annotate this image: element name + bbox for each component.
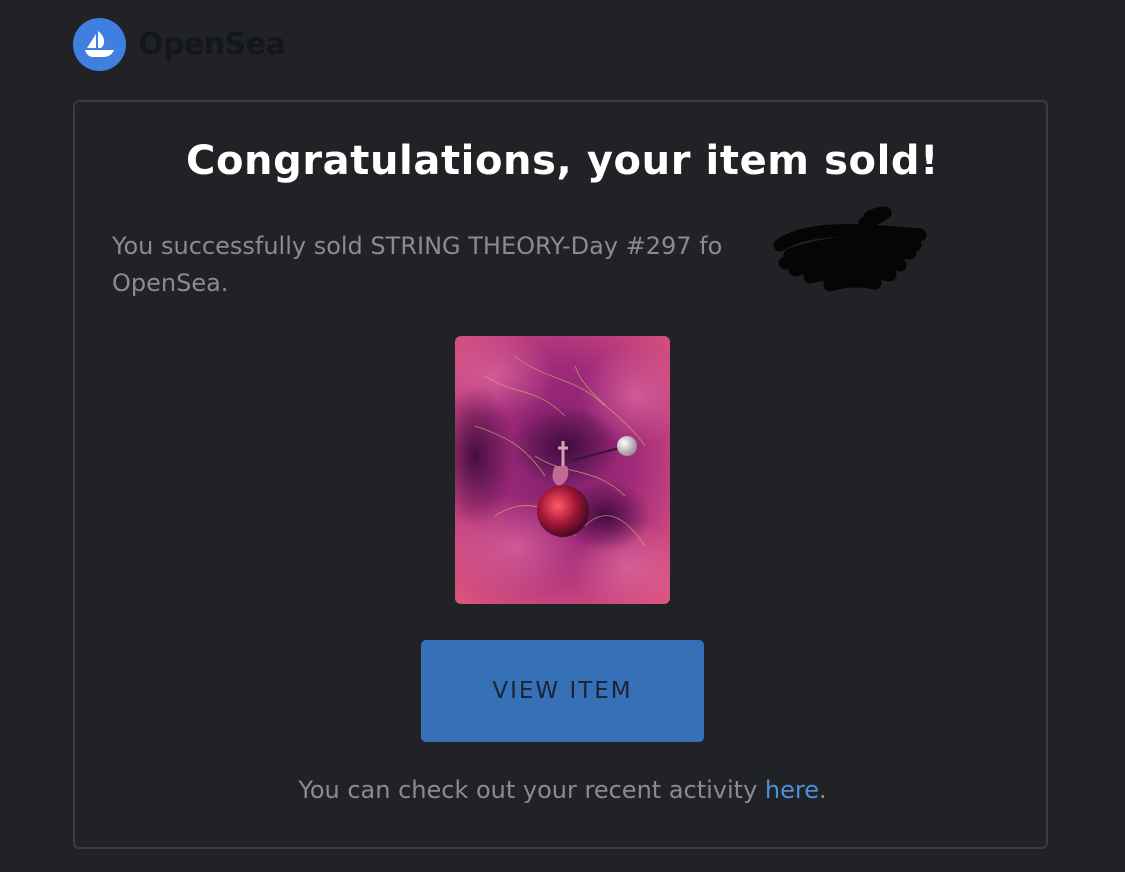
- footer-text: You can check out your recent activity h…: [0, 776, 1125, 804]
- brand-header[interactable]: OpenSea: [73, 18, 286, 71]
- message-line2: OpenSea.: [112, 269, 229, 297]
- footer-suffix: .: [819, 776, 827, 804]
- page-title: Congratulations, your item sold!: [185, 138, 939, 184]
- footer-prefix: You can check out your recent activity: [298, 776, 765, 804]
- nft-artwork[interactable]: [455, 336, 670, 604]
- brand-name: OpenSea: [138, 27, 286, 62]
- view-item-button[interactable]: VIEW ITEM: [421, 640, 704, 742]
- redaction-scribble: [773, 206, 927, 292]
- activity-link[interactable]: here: [765, 776, 819, 804]
- message-line1-prefix: You successfully sold STRING THEORY-Day …: [112, 232, 723, 260]
- email-page: OpenSea Congratulations, your item sold!…: [0, 0, 1125, 872]
- opensea-logo-icon: [73, 18, 126, 71]
